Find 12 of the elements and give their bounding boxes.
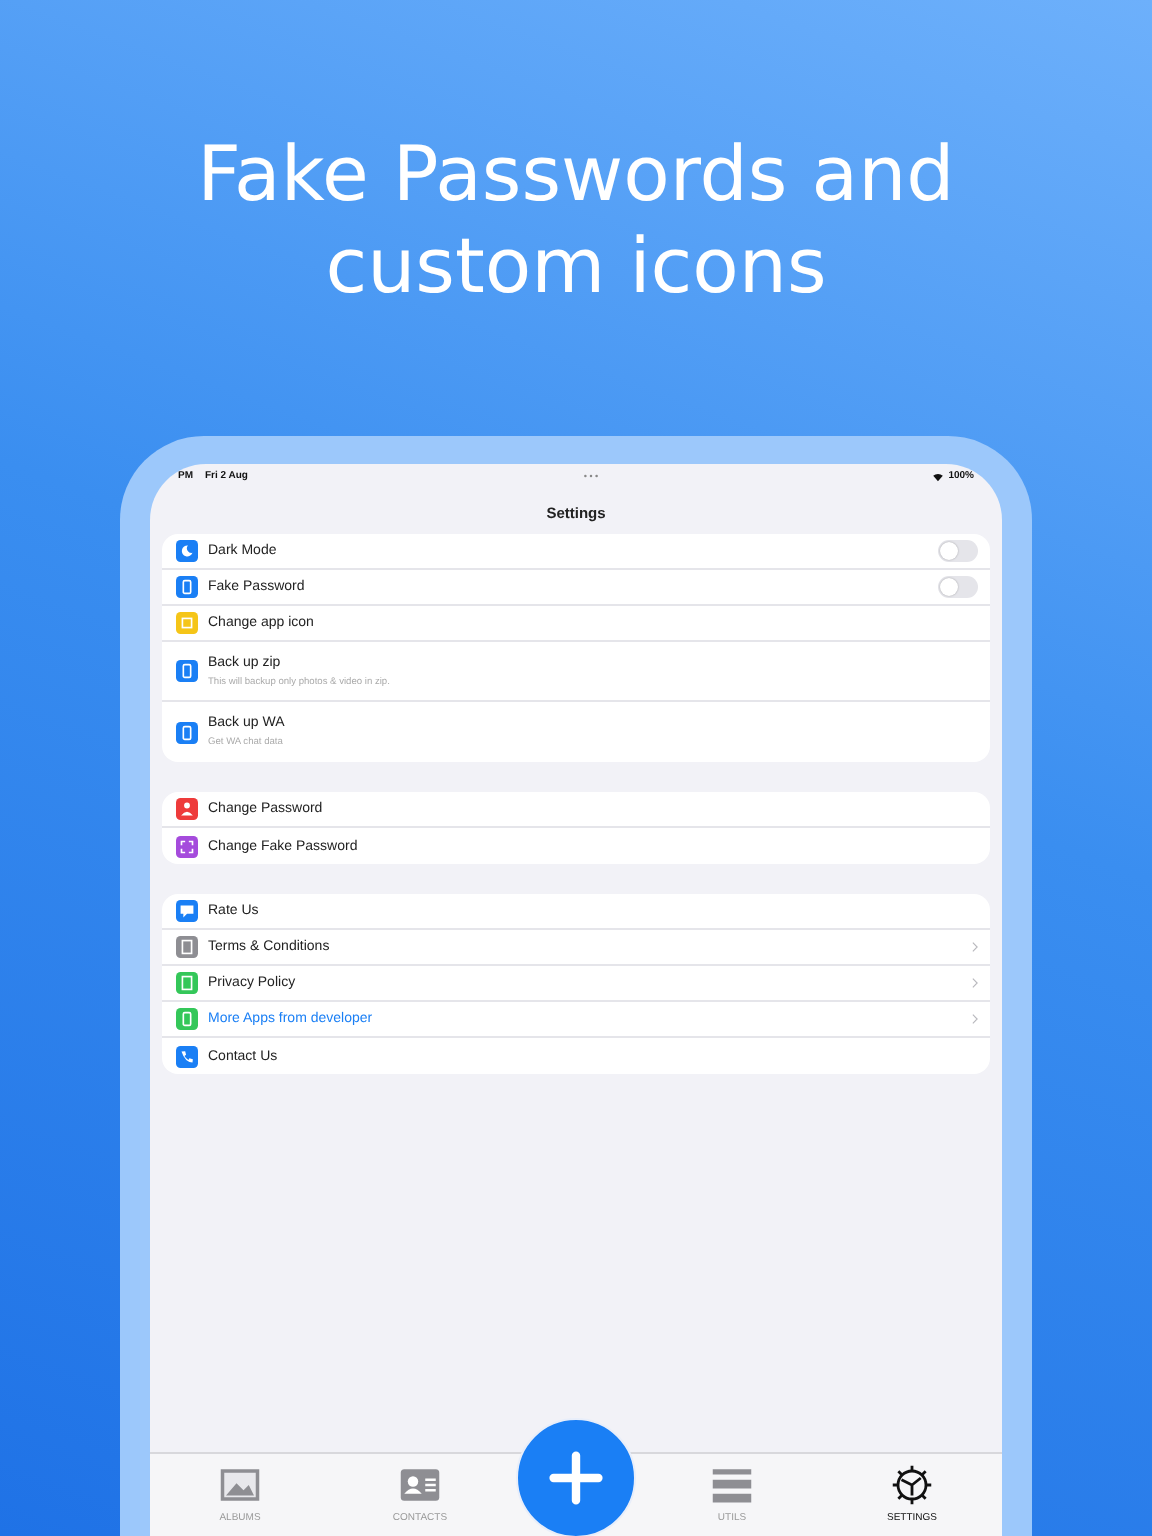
chevron-icon [972, 942, 978, 952]
chevron-icon [972, 978, 978, 988]
settings-icon [888, 1464, 936, 1506]
toggle-switch[interactable] [938, 540, 978, 562]
toggle-switch[interactable] [938, 576, 978, 598]
contact-card-icon [396, 1464, 444, 1506]
chevron-icon [972, 1014, 978, 1024]
menu-icon [708, 1464, 756, 1506]
headline: Fake Passwords and custom icons [195, 128, 957, 312]
plus-icon [548, 1450, 604, 1506]
wifi-icon [932, 471, 945, 481]
picture-frame-icon [216, 1464, 264, 1506]
